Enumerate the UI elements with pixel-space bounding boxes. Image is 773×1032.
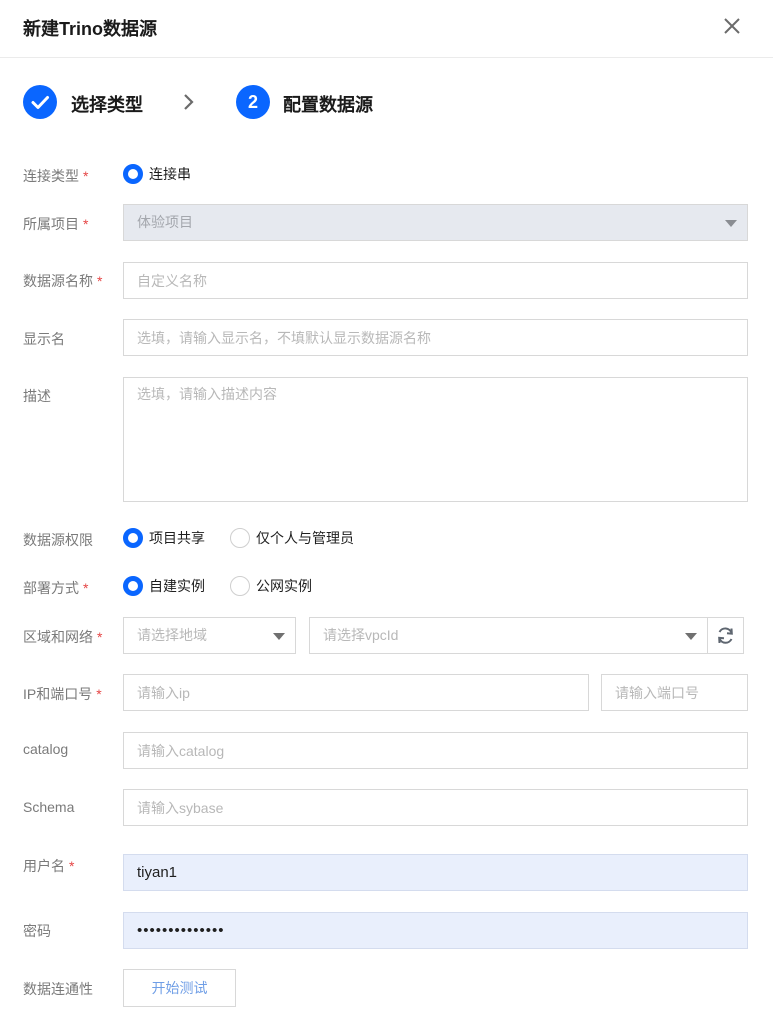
radio-dot-unchecked	[230, 528, 250, 548]
vpc-placeholder: 请选择vpcId	[323, 627, 399, 643]
catalog-input[interactable]	[123, 732, 748, 769]
radio-conn-string[interactable]: 连接串	[123, 164, 191, 184]
conn-type-label: 连接类型 *	[23, 168, 89, 184]
name-label: 数据源名称 *	[23, 273, 103, 289]
step-2-indicator: 2	[236, 85, 270, 119]
ip-port-label: IP和端口号 *	[23, 686, 102, 702]
radio-label: 公网实例	[256, 578, 312, 594]
region-select[interactable]: 请选择地域	[123, 617, 296, 654]
project-label: 所属项目 *	[23, 216, 89, 232]
display-name-input[interactable]	[123, 319, 748, 356]
password-label: 密码	[23, 923, 51, 939]
close-icon[interactable]	[722, 16, 742, 36]
schema-label: Schema	[23, 799, 75, 815]
port-input[interactable]	[601, 674, 748, 711]
radio-dot-unchecked	[230, 576, 250, 596]
password-input[interactable]: ••••••••••••••	[123, 912, 748, 949]
chevron-down-icon	[273, 633, 285, 640]
permission-label: 数据源权限	[23, 532, 93, 548]
vpc-select[interactable]: 请选择vpcId	[309, 617, 708, 654]
datasource-name-input[interactable]	[123, 262, 748, 299]
username-input[interactable]: tiyan1	[123, 854, 748, 891]
radio-public-instance[interactable]: 公网实例	[230, 576, 312, 596]
step-2-label: 配置数据源	[283, 95, 373, 115]
radio-dot-checked	[123, 528, 143, 548]
description-label: 描述	[23, 388, 51, 404]
ip-input[interactable]	[123, 674, 589, 711]
catalog-label: catalog	[23, 741, 69, 757]
radio-personal-admin[interactable]: 仅个人与管理员	[230, 528, 354, 548]
radio-label: 项目共享	[149, 530, 205, 546]
chevron-right-icon	[184, 94, 194, 110]
check-icon	[31, 96, 49, 109]
project-value: 体验项目	[137, 214, 193, 230]
refresh-button[interactable]	[707, 617, 744, 654]
radio-project-shared[interactable]: 项目共享	[123, 528, 205, 548]
dialog-header: 新建Trino数据源	[0, 0, 773, 58]
schema-input[interactable]	[123, 789, 748, 826]
username-label: 用户名 *	[23, 858, 75, 874]
chevron-down-icon	[725, 220, 737, 227]
radio-label: 仅个人与管理员	[256, 530, 354, 546]
dialog-title: 新建Trino数据源	[23, 19, 157, 39]
region-placeholder: 请选择地域	[137, 627, 207, 643]
radio-self-built[interactable]: 自建实例	[123, 576, 205, 596]
radio-label: 连接串	[149, 166, 191, 182]
start-test-button[interactable]: 开始测试	[123, 969, 236, 1007]
step-1-label: 选择类型	[71, 95, 143, 115]
radio-dot-checked	[123, 164, 143, 184]
display-name-label: 显示名	[23, 331, 65, 347]
step-1-indicator	[23, 85, 57, 119]
region-label: 区域和网络 *	[23, 629, 103, 645]
chevron-down-icon	[685, 633, 697, 640]
radio-dot-checked	[123, 576, 143, 596]
radio-label: 自建实例	[149, 578, 205, 594]
description-textarea[interactable]	[123, 377, 748, 502]
refresh-icon	[718, 627, 733, 644]
project-select: 体验项目	[123, 204, 748, 241]
connectivity-label: 数据连通性	[23, 981, 93, 997]
deploy-label: 部署方式 *	[23, 580, 89, 596]
